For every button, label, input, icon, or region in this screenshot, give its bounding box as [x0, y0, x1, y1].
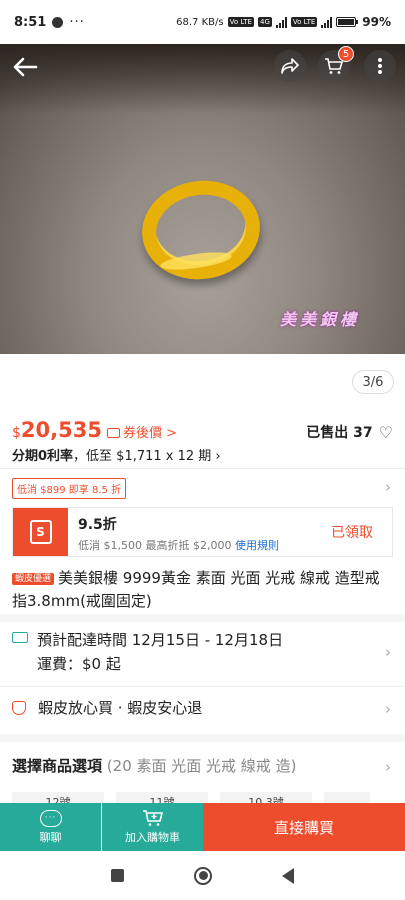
status-right: 68.7 KB/s Vo LTE 4G Vo LTE 99% — [176, 15, 391, 29]
battery-icon — [336, 17, 359, 27]
signal-icon — [275, 16, 287, 28]
chat-label: 聊聊 — [39, 830, 62, 844]
chevron-right-icon[interactable]: › — [385, 478, 391, 496]
signal-icon-2 — [321, 16, 333, 28]
sold-count-text: 已售出 37 — [306, 425, 373, 441]
chevron-right-icon[interactable]: › — [385, 700, 391, 718]
shop-voucher: S 9.5折 低消 $1,500 最高折抵 $2,000 使用規則 已領取 — [12, 507, 393, 557]
share-icon — [281, 58, 299, 74]
voucher-title: 9.5折 — [78, 517, 117, 533]
volte-tag-2: Vo LTE — [290, 17, 318, 27]
voucher-logo: S — [13, 508, 68, 556]
shipping-fee: 運費：$0 起 — [37, 655, 121, 673]
shopee-preferred-tag: 蝦皮優選 — [12, 573, 55, 585]
add-to-cart-button[interactable]: 加入購物車 — [102, 803, 203, 851]
after-coupon-price-link[interactable]: 券後價 > — [123, 422, 177, 441]
battery-percent: 99% — [362, 15, 391, 29]
home-circle-icon[interactable] — [194, 866, 212, 885]
installment-bold: 分期0利率 — [12, 449, 74, 464]
image-pager: 3/6 — [352, 370, 394, 394]
more-vertical-icon — [378, 58, 382, 74]
price-currency: $ — [12, 425, 21, 441]
min-spend-discount-chip[interactable]: 低消 $899 即享 8.5 折 — [12, 478, 127, 499]
sold-count: 已售出 37 ♡ — [306, 422, 393, 442]
net-speed: 68.7 KB/s — [176, 16, 224, 28]
voucher-rules-link[interactable]: 使用規則 — [235, 539, 279, 552]
back-triangle-icon[interactable] — [282, 867, 294, 884]
status-more: ··· — [69, 14, 85, 30]
options-label: 選擇商品選項 — [12, 757, 103, 775]
system-nav-bar — [0, 851, 405, 900]
chat-button[interactable]: ··· 聊聊 — [0, 803, 101, 851]
shield-icon — [12, 700, 26, 715]
status-time: 8:51 — [14, 14, 47, 30]
installment-info[interactable]: 分期0利率，低至 $1,711 x 12 期 › — [12, 445, 221, 464]
coupon-icon — [106, 428, 120, 438]
add-to-cart-label: 加入購物車 — [125, 831, 180, 844]
heart-icon[interactable]: ♡ — [379, 423, 393, 442]
volte-tag: Vo LTE — [227, 17, 254, 27]
voucher-info: 9.5折 低消 $1,500 最高折抵 $2,000 使用規則 — [68, 508, 312, 556]
voucher-desc-text: 低消 $1,500 最高折抵 $2,000 — [78, 539, 232, 552]
guarantee-section[interactable]: 蝦皮放心買 · 蝦皮安心退 — [12, 697, 393, 718]
section-separator — [0, 614, 405, 622]
voucher-desc: 低消 $1,500 最高折抵 $2,000 使用規則 — [78, 537, 302, 553]
guarantee-text: 蝦皮放心買 · 蝦皮安心退 — [38, 699, 203, 717]
back-button[interactable] — [8, 50, 42, 84]
status-bar: 8:51 ··· 68.7 KB/s Vo LTE 4G Vo LTE 99% — [0, 0, 405, 44]
section-separator — [0, 734, 405, 742]
buy-now-button[interactable]: 直接購買 — [203, 803, 405, 851]
recents-square-icon[interactable] — [111, 869, 124, 882]
price-amount: 20,535 — [20, 418, 102, 442]
product-options-header[interactable]: 選擇商品選項 (20 素面 光面 光戒 線戒 造) — [12, 755, 393, 776]
chat-bubble-icon: ··· — [39, 809, 62, 827]
truck-icon — [12, 632, 28, 643]
chevron-right-icon[interactable]: › — [385, 643, 391, 661]
options-summary: (20 素面 光面 光戒 線戒 造) — [106, 757, 297, 775]
gold-ring-image — [135, 173, 267, 287]
product-title-text: 美美銀樓 9999黃金 素面 光面 光戒 線戒 造型戒指3.8mm(戒圍固定) — [12, 569, 380, 610]
arrow-left-icon — [13, 57, 38, 77]
more-options-button[interactable] — [364, 50, 396, 82]
cart-count-badge: 5 — [338, 46, 354, 62]
shopee-bag-icon: S — [29, 520, 52, 544]
notification-dot-icon — [52, 16, 64, 28]
product-title: 蝦皮優選 美美銀樓 9999黃金 素面 光面 光戒 線戒 造型戒指3.8mm(戒圍… — [12, 568, 393, 611]
cart-button[interactable]: 5 — [318, 46, 354, 82]
divider — [0, 686, 405, 687]
divider — [0, 468, 405, 469]
voucher-claimed-button[interactable]: 已領取 — [312, 508, 392, 556]
shipping-section[interactable]: 預計配達時間 12月15日 - 12月18日 運費：$0 起 — [12, 628, 393, 676]
delivery-time: 預計配達時間 12月15日 - 12月18日 — [37, 631, 284, 649]
image-watermark: 美美銀樓 — [280, 310, 361, 329]
product-image[interactable]: 美美銀樓 — [0, 44, 405, 354]
chevron-right-icon[interactable]: › — [385, 758, 391, 776]
4g-tag: 4G — [257, 17, 272, 27]
price-row: $ 20,535 券後價 > 已售出 37 ♡ — [12, 418, 393, 442]
cart-plus-icon — [142, 810, 163, 826]
installment-rest: ，低至 $1,711 x 12 期 › — [73, 449, 221, 464]
bottom-action-bar: ··· 聊聊 加入購物車 直接購買 — [0, 803, 405, 851]
share-button[interactable] — [274, 50, 306, 82]
